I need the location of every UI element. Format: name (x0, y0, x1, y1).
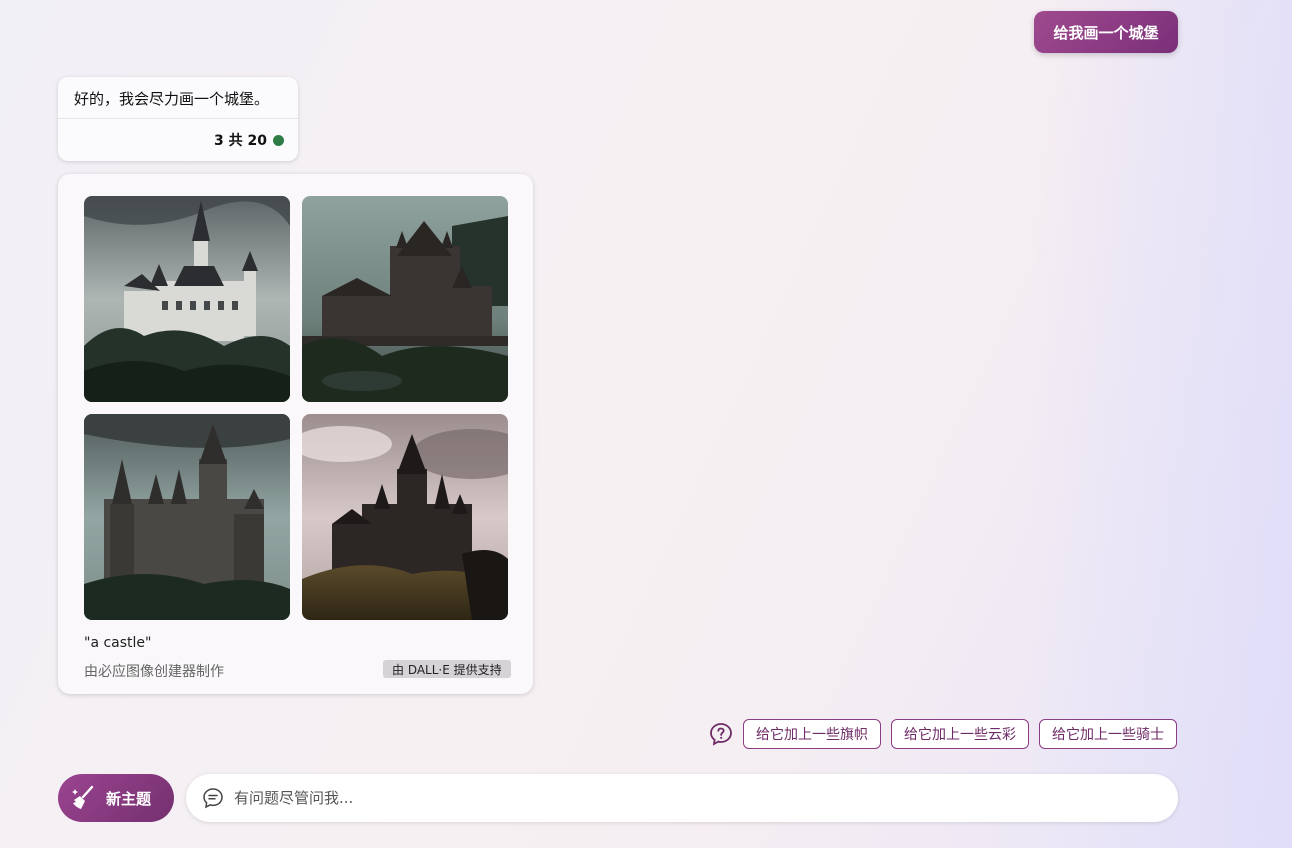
suggestion-chip-flags[interactable]: 给它加上一些旗帜 (743, 719, 881, 749)
castle-image-1 (84, 196, 290, 402)
suggestion-chip-clouds[interactable]: 给它加上一些云彩 (891, 719, 1029, 749)
suggestion-label: 给它加上一些云彩 (904, 727, 1016, 743)
user-message-text: 给我画一个城堡 (1053, 23, 1159, 42)
image-result-card: "a castle" 由必应图像创建器制作 由 DALL·E 提供支持 (58, 174, 533, 694)
image-creator-link[interactable]: 由必应图像创建器制作 (84, 661, 224, 681)
image-prompt: "a castle" (84, 635, 152, 651)
chat-input[interactable] (234, 789, 1178, 807)
bot-reply-footer: 3 共 20 (58, 119, 298, 161)
new-topic-button[interactable]: 新主题 (58, 774, 174, 822)
user-message-bubble: 给我画一个城堡 (1034, 11, 1178, 53)
castle-image-3 (84, 414, 290, 620)
bot-reply-text: 好的，我会尽力画一个城堡。 (58, 77, 298, 119)
generated-image-1[interactable] (84, 196, 290, 402)
broom-icon (72, 785, 94, 809)
suggestion-chip-knights[interactable]: 给它加上一些骑士 (1039, 719, 1177, 749)
help-icon[interactable] (709, 722, 733, 746)
new-topic-label: 新主题 (106, 789, 152, 808)
chat-input-box[interactable] (186, 774, 1178, 822)
turn-counter: 3 共 20 (214, 133, 267, 149)
suggestion-label: 给它加上一些骑士 (1052, 727, 1164, 743)
generated-image-2[interactable] (302, 196, 508, 402)
suggestion-label: 给它加上一些旗帜 (756, 727, 868, 743)
generated-image-4[interactable] (302, 414, 508, 620)
bot-reply-card: 好的，我会尽力画一个城堡。 3 共 20 (58, 77, 298, 161)
chat-bubble-icon (203, 788, 223, 809)
generated-image-3[interactable] (84, 414, 290, 620)
castle-image-2 (302, 196, 508, 402)
dalle-badge: 由 DALL·E 提供支持 (383, 660, 511, 678)
castle-image-4 (302, 414, 508, 620)
status-dot-icon (273, 134, 284, 146)
